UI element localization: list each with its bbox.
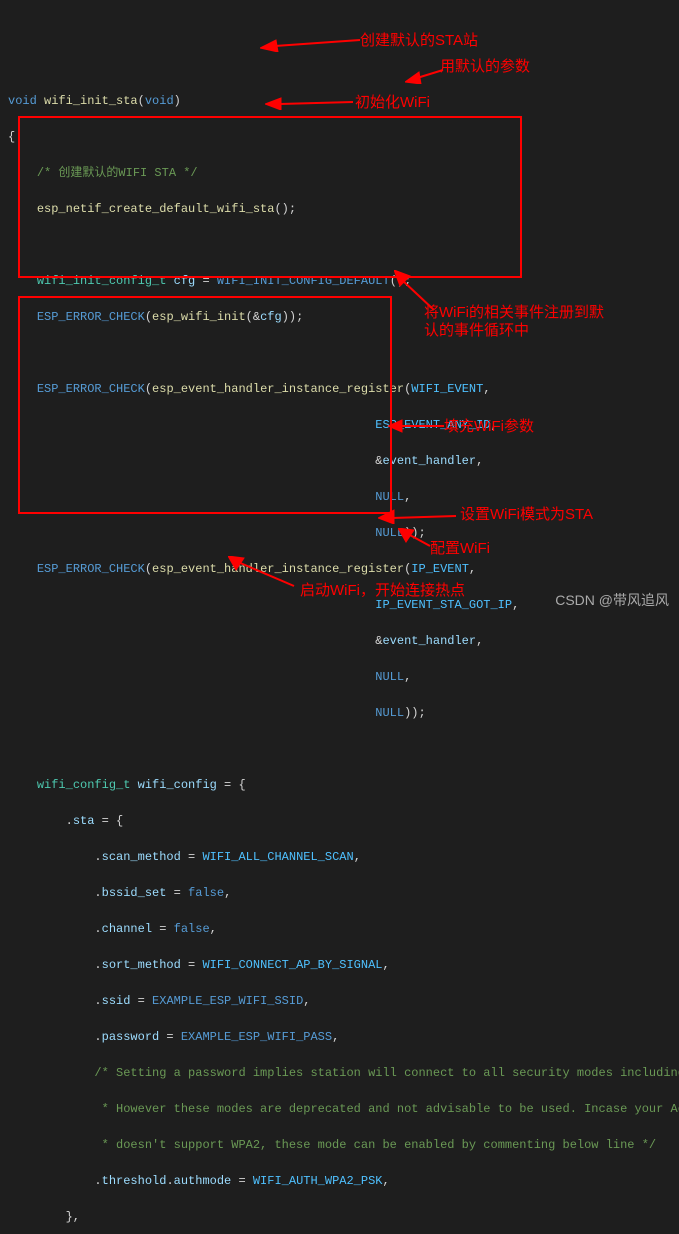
comment: /* Setting a password implies station wi… <box>94 1064 679 1082</box>
macro-call: ESP_ERROR_CHECK <box>37 560 145 578</box>
macro-call: ESP_ERROR_CHECK <box>37 380 145 398</box>
arrow-icon <box>260 32 360 52</box>
watermark: CSDN @带风追风 <box>555 590 669 611</box>
macro-call: ESP_ERROR_CHECK <box>37 308 145 326</box>
type: wifi_config_t <box>37 776 131 794</box>
annotation-1: 创建默认的STA站 <box>360 32 478 50</box>
keyword: void <box>8 92 37 110</box>
code-editor: void wifi_init_sta(void) { /* 创建默认的WIFI … <box>0 72 679 1234</box>
comment: /* 创建默认的WIFI STA */ <box>37 164 198 182</box>
type: wifi_init_config_t <box>37 272 167 290</box>
fn-name: wifi_init_sta <box>44 92 138 110</box>
brace-open: { <box>8 128 15 146</box>
fn-call: esp_netif_create_default_wifi_sta <box>37 200 275 218</box>
